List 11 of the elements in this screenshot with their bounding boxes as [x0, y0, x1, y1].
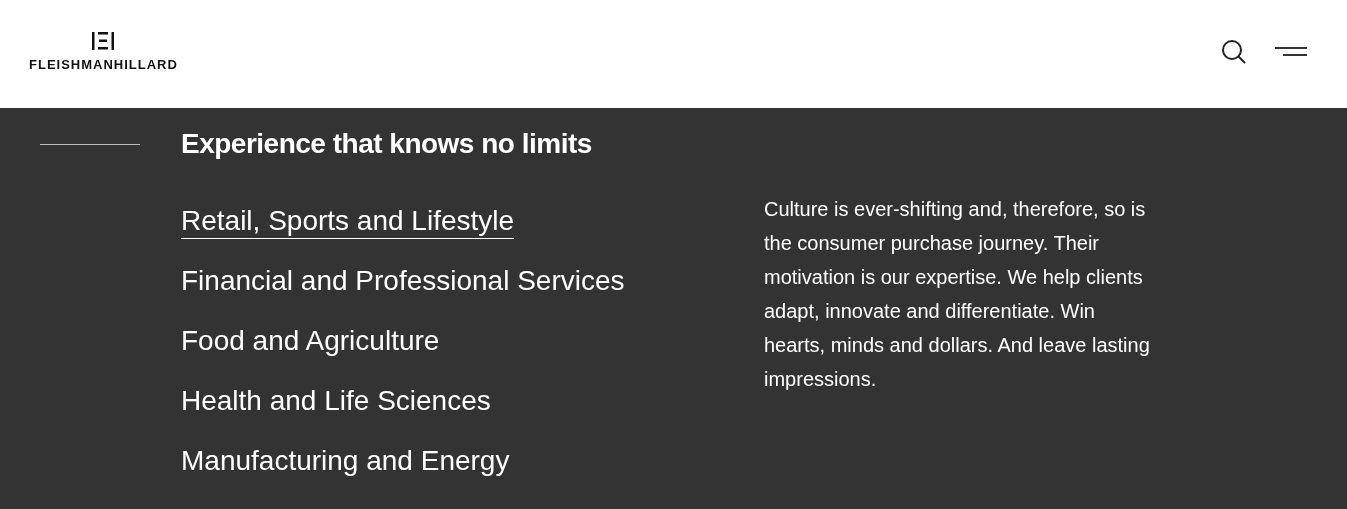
menu-icon[interactable]: [1275, 46, 1307, 58]
industry-link[interactable]: Manufacturing and Energy: [181, 444, 510, 479]
industry-link[interactable]: Financial and Professional Services: [181, 264, 625, 299]
industry-link[interactable]: Food and Agriculture: [181, 324, 440, 359]
logo-link[interactable]: FLEISHMANHILLARD: [29, 30, 178, 72]
search-icon[interactable]: [1221, 39, 1247, 65]
logo-icon: [91, 30, 116, 51]
description-text: Culture is ever-shifting and, therefore, so is the consumer purchase journey. Their motivation is our expertise. We help clients adapt, innovate and differentiate. Win hearts, minds and dollars. And leave lasting impressions.: [764, 197, 1151, 392]
industry-link[interactable]: Health and Life Sciences: [181, 384, 491, 419]
section-heading: Experience that knows no limits: [181, 128, 592, 160]
industry-link[interactable]: Retail, Sports and Lifestyle: [181, 204, 515, 239]
